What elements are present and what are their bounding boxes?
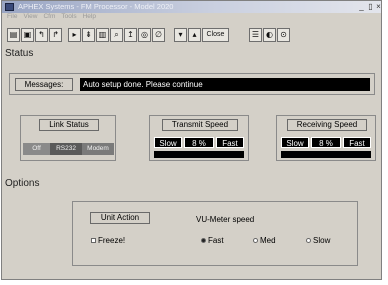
link-status-panel: Link Status Off RS232 Modem (20, 115, 116, 161)
receiving-speed-label: Receiving Speed (287, 119, 367, 131)
zoom-icon[interactable]: ⌕ (110, 28, 123, 42)
freeze-checkbox-box[interactable] (91, 238, 96, 244)
settings-icon[interactable]: ☰ (249, 28, 262, 42)
receiving-speed-value: 8 % (311, 137, 341, 148)
vu-slow-radio[interactable]: Slow (306, 236, 330, 245)
menu-file[interactable]: File (7, 13, 17, 22)
menu-bar: File View Cfm Tools Help (2, 13, 381, 22)
vu-med-radio[interactable]: Med (253, 236, 276, 245)
close-window-icon[interactable]: × (374, 2, 383, 11)
toolbar: ▤ ▣ ↰ ↱ ▸ ⇟ ▥ ⌕ ↥ ◎ ∅ ▾ ▴ Close ☰ ◐ ⊙ (2, 24, 381, 45)
menu-tools[interactable]: Tools (61, 13, 76, 22)
menu-view[interactable]: View (23, 13, 37, 22)
up-arrow-icon[interactable]: ▴ (188, 28, 201, 42)
link-status-label: Link Status (39, 119, 99, 131)
transmit-speed-panel: Transmit Speed Slow 8 % Fast (149, 115, 249, 161)
window-title: APHEX Systems - FM Processor - Model 202… (18, 2, 174, 11)
messages-value: Auto setup done. Please continue (80, 78, 370, 91)
vu-med-label: Med (260, 236, 276, 245)
receiving-speed-bar (281, 151, 371, 158)
options-heading: Options (5, 178, 40, 189)
freeze-label: Freeze! (98, 236, 126, 245)
title-bar[interactable]: APHEX Systems - FM Processor - Model 202… (2, 1, 381, 13)
transmit-fast-label: Fast (216, 137, 244, 148)
open-icon[interactable]: ▤ (7, 28, 20, 42)
chart-icon[interactable]: ▥ (96, 28, 109, 42)
messages-frame: Messages: Auto setup done. Please contin… (9, 73, 375, 95)
vu-meter-label: VU-Meter speed (196, 215, 255, 224)
vu-fast-label: Fast (208, 236, 224, 245)
redo-icon[interactable]: ↱ (49, 28, 62, 42)
menu-help[interactable]: Help (83, 13, 96, 22)
app-icon (5, 3, 14, 11)
vu-fast-radio[interactable]: Fast (201, 236, 224, 245)
transmit-speed-value: 8 % (184, 137, 214, 148)
menu-cfm[interactable]: Cfm (43, 13, 55, 22)
vu-slow-radio-dot[interactable] (306, 238, 311, 244)
transmit-speed-label: Transmit Speed (162, 119, 238, 131)
transmit-speed-bar (154, 151, 244, 158)
undo-icon[interactable]: ↰ (35, 28, 48, 42)
status-heading: Status (5, 48, 34, 59)
cursor-icon[interactable]: ↥ (124, 28, 137, 42)
vu-med-radio-dot[interactable] (253, 238, 258, 244)
save-icon[interactable]: ▣ (21, 28, 34, 42)
down-arrow-icon[interactable]: ▾ (174, 28, 187, 42)
transmit-slow-label: Slow (154, 137, 182, 148)
power-icon[interactable]: ⊙ (277, 28, 290, 42)
link-rs232-indicator: RS232 (50, 143, 82, 155)
link-off-indicator: Off (23, 143, 50, 155)
options-frame: Unit Action Freeze! VU-Meter speed Fast … (72, 201, 358, 266)
receiving-slow-label: Slow (281, 137, 309, 148)
vu-fast-radio-dot[interactable] (201, 238, 206, 244)
minimize-icon[interactable]: _ (357, 2, 366, 11)
vu-slow-label: Slow (313, 236, 331, 245)
play-all-icon[interactable]: ⇟ (82, 28, 95, 42)
unit-action-label: Unit Action (90, 212, 150, 224)
receiving-fast-label: Fast (343, 137, 371, 148)
close-button[interactable]: Close (202, 28, 229, 42)
freeze-checkbox[interactable]: Freeze! (91, 236, 125, 245)
link-icon[interactable]: ∅ (152, 28, 165, 42)
speaker-icon[interactable]: ◐ (263, 28, 276, 42)
link-modem-indicator: Modem (82, 143, 114, 155)
messages-label: Messages: (15, 78, 73, 91)
target-icon[interactable]: ◎ (138, 28, 151, 42)
app-window: APHEX Systems - FM Processor - Model 202… (1, 0, 382, 280)
receiving-speed-panel: Receiving Speed Slow 8 % Fast (276, 115, 376, 161)
play-icon[interactable]: ▸ (68, 28, 81, 42)
